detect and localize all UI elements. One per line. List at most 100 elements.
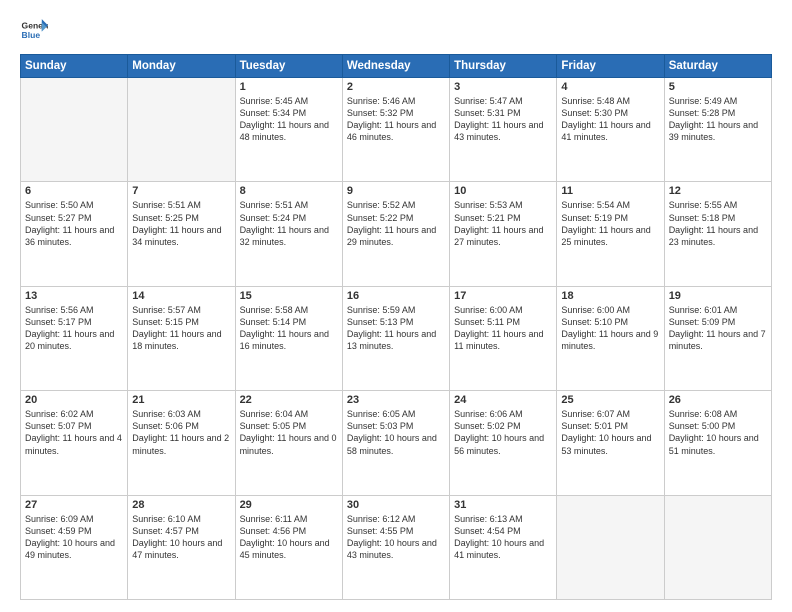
day-info: Sunrise: 6:04 AM Sunset: 5:05 PM Dayligh… <box>240 408 338 457</box>
day-info: Sunrise: 6:09 AM Sunset: 4:59 PM Dayligh… <box>25 513 123 562</box>
day-info: Sunrise: 5:55 AM Sunset: 5:18 PM Dayligh… <box>669 199 767 248</box>
day-number: 26 <box>669 394 767 406</box>
day-info: Sunrise: 5:57 AM Sunset: 5:15 PM Dayligh… <box>132 304 230 353</box>
calendar-cell: 5Sunrise: 5:49 AM Sunset: 5:28 PM Daylig… <box>664 78 771 182</box>
calendar-cell: 9Sunrise: 5:52 AM Sunset: 5:22 PM Daylig… <box>342 182 449 286</box>
day-info: Sunrise: 5:46 AM Sunset: 5:32 PM Dayligh… <box>347 95 445 144</box>
week-row-4: 27 Sunrise: 6:09 AM Sunset: 4:59 PM Dayli… <box>21 495 772 599</box>
day-number: 15 <box>240 290 338 302</box>
calendar-cell: 23 Sunrise: 6:05 AM Sunset: 5:03 PM Dayli… <box>342 391 449 495</box>
day-header-friday: Friday <box>557 55 664 78</box>
day-number: 1 <box>240 81 338 93</box>
calendar-cell: 15Sunrise: 5:58 AM Sunset: 5:14 PM Dayli… <box>235 286 342 390</box>
logo: General Blue <box>20 16 48 44</box>
calendar-cell: 28 Sunrise: 6:10 AM Sunset: 4:57 PM Dayli… <box>128 495 235 599</box>
day-info: Sunrise: 6:02 AM Sunset: 5:07 PM Dayligh… <box>25 408 123 457</box>
calendar-cell <box>128 78 235 182</box>
day-info: Sunrise: 6:12 AM Sunset: 4:55 PM Dayligh… <box>347 513 445 562</box>
day-number: 17 <box>454 290 552 302</box>
week-row-0: 1 Sunrise: 5:45 AM Sunset: 5:34 PM Daylig… <box>21 78 772 182</box>
calendar-cell: 20 Sunrise: 6:02 AM Sunset: 5:07 PM Dayli… <box>21 391 128 495</box>
calendar-cell: 8 Sunrise: 5:51 AM Sunset: 5:24 PM Daylig… <box>235 182 342 286</box>
day-number: 25 <box>561 394 659 406</box>
calendar-cell: 16 Sunrise: 5:59 AM Sunset: 5:13 PM Dayli… <box>342 286 449 390</box>
day-number: 6 <box>25 185 123 197</box>
calendar-cell: 26 Sunrise: 6:08 AM Sunset: 5:00 PM Dayli… <box>664 391 771 495</box>
calendar-header-row: SundayMondayTuesdayWednesdayThursdayFrid… <box>21 55 772 78</box>
day-info: Sunrise: 5:56 AM Sunset: 5:17 PM Dayligh… <box>25 304 123 353</box>
day-header-thursday: Thursday <box>450 55 557 78</box>
svg-text:Blue: Blue <box>22 30 41 40</box>
calendar-cell: 18 Sunrise: 6:00 AM Sunset: 5:10 PM Dayli… <box>557 286 664 390</box>
day-number: 18 <box>561 290 659 302</box>
day-number: 20 <box>25 394 123 406</box>
day-number: 27 <box>25 499 123 511</box>
day-info: Sunrise: 5:49 AM Sunset: 5:28 PM Dayligh… <box>669 95 767 144</box>
day-number: 13 <box>25 290 123 302</box>
day-info: Sunrise: 5:50 AM Sunset: 5:27 PM Dayligh… <box>25 199 123 248</box>
day-info: Sunrise: 5:54 AM Sunset: 5:19 PM Dayligh… <box>561 199 659 248</box>
day-number: 11 <box>561 185 659 197</box>
page: General Blue SundayMondayTuesdayWednesda… <box>0 0 792 612</box>
day-number: 2 <box>347 81 445 93</box>
calendar-cell: 24Sunrise: 6:06 AM Sunset: 5:02 PM Dayli… <box>450 391 557 495</box>
calendar-cell: 3 Sunrise: 5:47 AM Sunset: 5:31 PM Daylig… <box>450 78 557 182</box>
calendar-cell: 14 Sunrise: 5:57 AM Sunset: 5:15 PM Dayli… <box>128 286 235 390</box>
day-info: Sunrise: 6:03 AM Sunset: 5:06 PM Dayligh… <box>132 408 230 457</box>
calendar-cell: 12 Sunrise: 5:55 AM Sunset: 5:18 PM Dayli… <box>664 182 771 286</box>
day-number: 19 <box>669 290 767 302</box>
calendar-cell: 1 Sunrise: 5:45 AM Sunset: 5:34 PM Daylig… <box>235 78 342 182</box>
calendar-cell: 19Sunrise: 6:01 AM Sunset: 5:09 PM Dayli… <box>664 286 771 390</box>
logo-icon: General Blue <box>20 16 48 44</box>
calendar-cell <box>664 495 771 599</box>
day-number: 28 <box>132 499 230 511</box>
day-number: 9 <box>347 185 445 197</box>
calendar-table: SundayMondayTuesdayWednesdayThursdayFrid… <box>20 54 772 600</box>
day-info: Sunrise: 6:08 AM Sunset: 5:00 PM Dayligh… <box>669 408 767 457</box>
day-number: 4 <box>561 81 659 93</box>
day-header-tuesday: Tuesday <box>235 55 342 78</box>
calendar-cell: 7 Sunrise: 5:51 AM Sunset: 5:25 PM Daylig… <box>128 182 235 286</box>
day-info: Sunrise: 5:59 AM Sunset: 5:13 PM Dayligh… <box>347 304 445 353</box>
day-header-wednesday: Wednesday <box>342 55 449 78</box>
day-number: 21 <box>132 394 230 406</box>
day-info: Sunrise: 6:07 AM Sunset: 5:01 PM Dayligh… <box>561 408 659 457</box>
day-info: Sunrise: 6:10 AM Sunset: 4:57 PM Dayligh… <box>132 513 230 562</box>
calendar-cell: 27 Sunrise: 6:09 AM Sunset: 4:59 PM Dayli… <box>21 495 128 599</box>
day-number: 31 <box>454 499 552 511</box>
day-info: Sunrise: 6:06 AM Sunset: 5:02 PM Dayligh… <box>454 408 552 457</box>
calendar-cell: 29Sunrise: 6:11 AM Sunset: 4:56 PM Dayli… <box>235 495 342 599</box>
day-info: Sunrise: 6:13 AM Sunset: 4:54 PM Dayligh… <box>454 513 552 562</box>
day-info: Sunrise: 5:51 AM Sunset: 5:25 PM Dayligh… <box>132 199 230 248</box>
day-number: 12 <box>669 185 767 197</box>
week-row-3: 20 Sunrise: 6:02 AM Sunset: 5:07 PM Dayli… <box>21 391 772 495</box>
day-info: Sunrise: 6:00 AM Sunset: 5:10 PM Dayligh… <box>561 304 659 353</box>
day-number: 23 <box>347 394 445 406</box>
day-info: Sunrise: 6:00 AM Sunset: 5:11 PM Dayligh… <box>454 304 552 353</box>
calendar-cell: 13 Sunrise: 5:56 AM Sunset: 5:17 PM Dayli… <box>21 286 128 390</box>
calendar-cell: 11 Sunrise: 5:54 AM Sunset: 5:19 PM Dayli… <box>557 182 664 286</box>
calendar-cell: 22 Sunrise: 6:04 AM Sunset: 5:05 PM Dayli… <box>235 391 342 495</box>
day-number: 14 <box>132 290 230 302</box>
calendar-cell <box>557 495 664 599</box>
calendar-cell: 21 Sunrise: 6:03 AM Sunset: 5:06 PM Dayli… <box>128 391 235 495</box>
day-info: Sunrise: 5:51 AM Sunset: 5:24 PM Dayligh… <box>240 199 338 248</box>
day-info: Sunrise: 5:53 AM Sunset: 5:21 PM Dayligh… <box>454 199 552 248</box>
day-header-saturday: Saturday <box>664 55 771 78</box>
day-number: 3 <box>454 81 552 93</box>
day-number: 29 <box>240 499 338 511</box>
day-header-sunday: Sunday <box>21 55 128 78</box>
day-number: 22 <box>240 394 338 406</box>
day-number: 8 <box>240 185 338 197</box>
day-info: Sunrise: 5:47 AM Sunset: 5:31 PM Dayligh… <box>454 95 552 144</box>
day-number: 16 <box>347 290 445 302</box>
day-number: 7 <box>132 185 230 197</box>
header: General Blue <box>20 16 772 44</box>
day-info: Sunrise: 5:45 AM Sunset: 5:34 PM Dayligh… <box>240 95 338 144</box>
calendar-cell: 10Sunrise: 5:53 AM Sunset: 5:21 PM Dayli… <box>450 182 557 286</box>
day-header-monday: Monday <box>128 55 235 78</box>
week-row-2: 13 Sunrise: 5:56 AM Sunset: 5:17 PM Dayli… <box>21 286 772 390</box>
day-info: Sunrise: 5:48 AM Sunset: 5:30 PM Dayligh… <box>561 95 659 144</box>
day-info: Sunrise: 6:05 AM Sunset: 5:03 PM Dayligh… <box>347 408 445 457</box>
week-row-1: 6 Sunrise: 5:50 AM Sunset: 5:27 PM Daylig… <box>21 182 772 286</box>
